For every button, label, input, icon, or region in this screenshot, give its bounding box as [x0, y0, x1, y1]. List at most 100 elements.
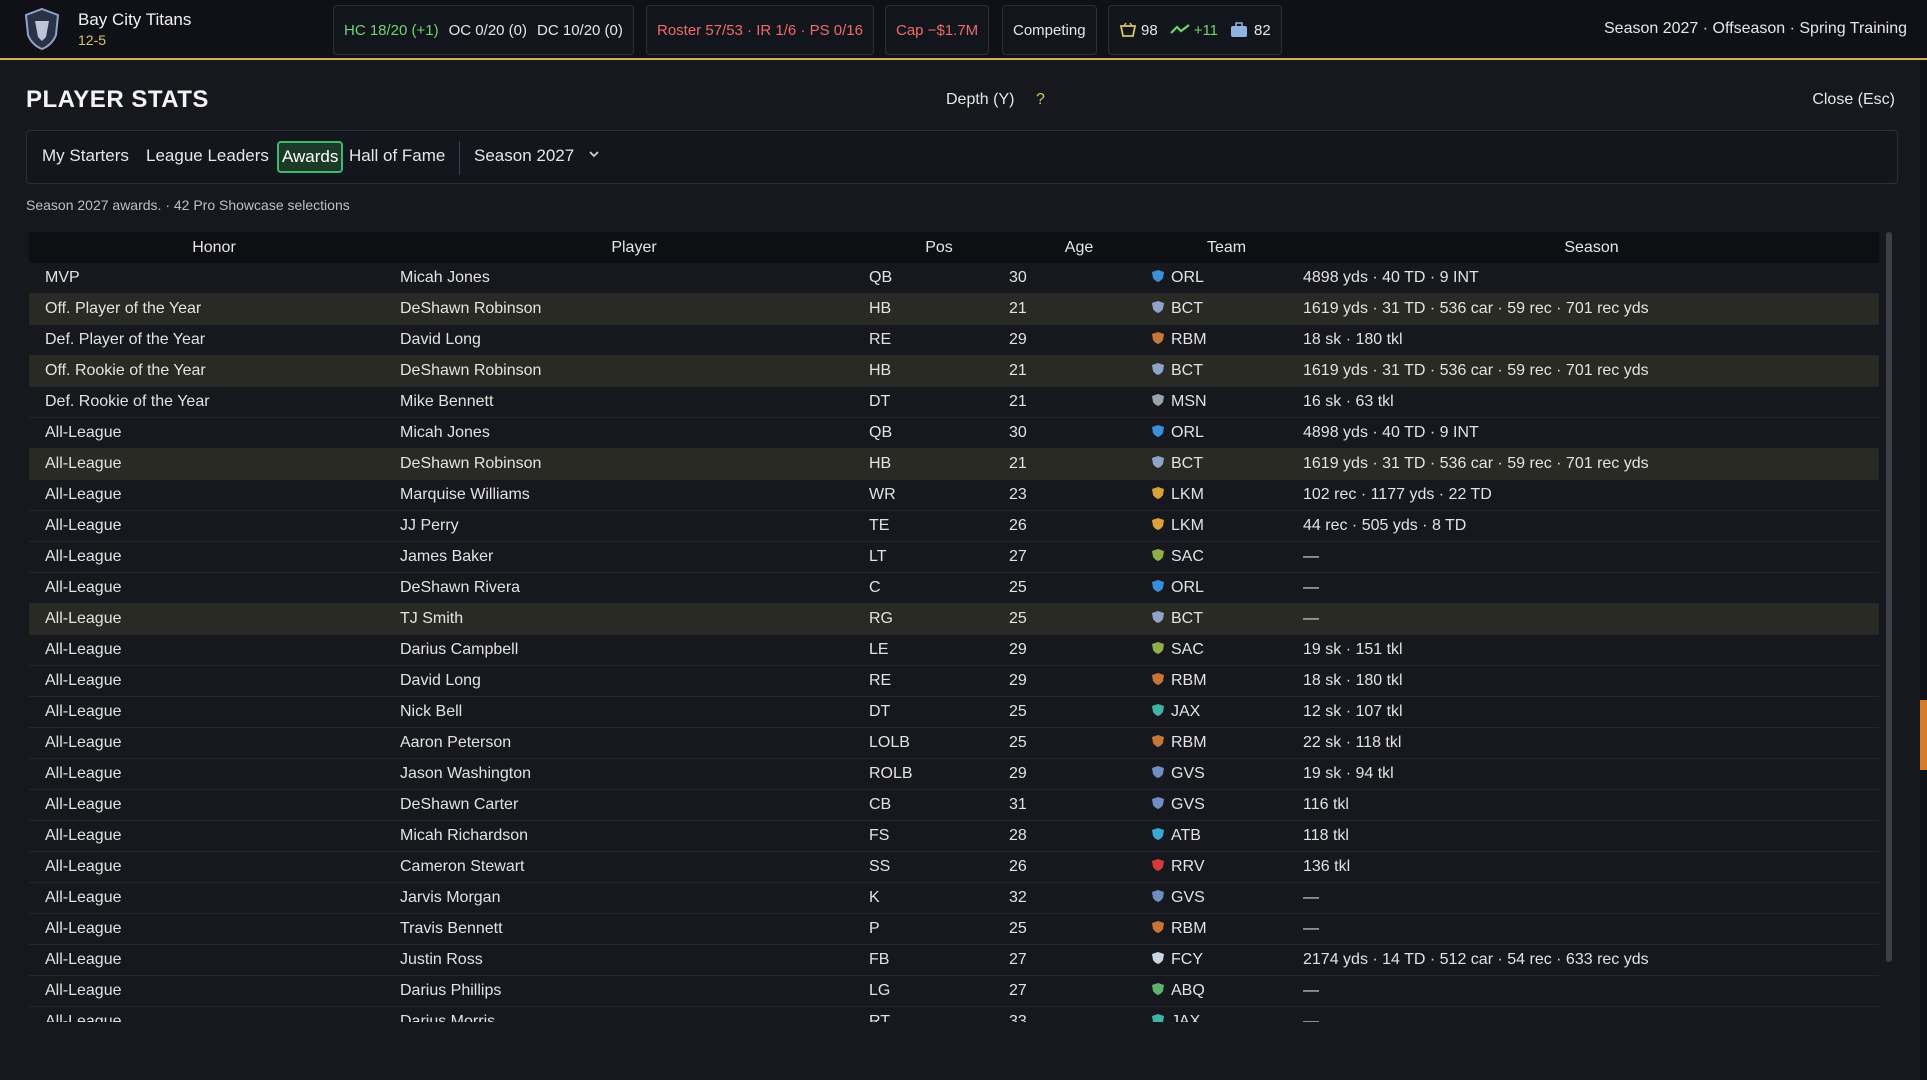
coaches-pill[interactable]: HC 18/20 (+1) OC 0/20 (0) DC 10/20 (0): [333, 5, 634, 55]
team-cell[interactable]: LKM: [1151, 517, 1204, 535]
table-row[interactable]: MVP Micah Jones QB 30 ORL 4898 yds · 40 TD · …: [29, 263, 1879, 294]
table-row[interactable]: All-League Darius Phillips LG 27 ABQ —: [29, 976, 1879, 1007]
table-row[interactable]: Def. Player of the Year David Long RE 29 RBM…: [29, 325, 1879, 356]
table-row[interactable]: All-League David Long RE 29 RBM 18 sk · 180 t…: [29, 666, 1879, 697]
team-cell[interactable]: FCY: [1151, 951, 1203, 969]
player-cell[interactable]: Justin Ross: [400, 951, 483, 969]
table-row[interactable]: All-League Micah Jones QB 30 ORL 4898 yds · 4…: [29, 418, 1879, 449]
table-row[interactable]: Off. Player of the Year DeShawn Robinson H…: [29, 294, 1879, 325]
depth-button[interactable]: Depth (Y): [946, 91, 1014, 109]
header-team[interactable]: Team: [1149, 239, 1304, 257]
team-cell[interactable]: RBM: [1151, 920, 1207, 938]
team-cell[interactable]: BCT: [1151, 362, 1203, 380]
team-cell[interactable]: LKM: [1151, 486, 1204, 504]
team-cell[interactable]: GVS: [1151, 765, 1205, 783]
player-cell[interactable]: Aaron Peterson: [400, 734, 511, 752]
table-row[interactable]: All-League TJ Smith RG 25 BCT —: [29, 604, 1879, 635]
table-row[interactable]: Off. Rookie of the Year DeShawn Robinson H…: [29, 356, 1879, 387]
team-cell[interactable]: SAC: [1151, 641, 1204, 659]
team-cell[interactable]: GVS: [1151, 796, 1205, 814]
player-cell[interactable]: Darius Morris: [400, 1013, 495, 1022]
team-cell[interactable]: ATB: [1151, 827, 1201, 845]
team-cell[interactable]: BCT: [1151, 610, 1203, 628]
team-abbr: ORL: [1171, 424, 1204, 441]
tab-awards[interactable]: Awards: [277, 141, 344, 173]
chevron-down-icon[interactable]: [587, 147, 601, 161]
table-row[interactable]: All-League Darius Morris RT 33 JAX —: [29, 1007, 1879, 1022]
player-cell[interactable]: DeShawn Carter: [400, 796, 518, 814]
table-scrollbar[interactable]: [1886, 232, 1892, 962]
player-cell[interactable]: Marquise Williams: [400, 486, 530, 504]
header-honor[interactable]: Honor: [29, 239, 399, 257]
team-cell[interactable]: JAX: [1151, 1013, 1200, 1022]
team-cell[interactable]: RBM: [1151, 331, 1207, 349]
table-row[interactable]: All-League Jarvis Morgan K 32 GVS —: [29, 883, 1879, 914]
team-cell[interactable]: BCT: [1151, 455, 1203, 473]
table-row[interactable]: All-League DeShawn Rivera C 25 ORL —: [29, 573, 1879, 604]
meters-pill[interactable]: 98 +11 82: [1108, 5, 1282, 55]
table-row[interactable]: All-League Marquise Williams WR 23 LKM 102 re…: [29, 480, 1879, 511]
table-row[interactable]: All-League Nick Bell DT 25 JAX 12 sk · 107 tk…: [29, 697, 1879, 728]
table-row[interactable]: All-League Aaron Peterson LOLB 25 RBM 22 sk ·…: [29, 728, 1879, 759]
player-cell[interactable]: Jason Washington: [400, 765, 531, 783]
team-cell[interactable]: SAC: [1151, 548, 1204, 566]
header-pos[interactable]: Pos: [869, 239, 1009, 257]
table-row[interactable]: All-League Justin Ross FB 27 FCY 2174 yds · 1…: [29, 945, 1879, 976]
player-cell[interactable]: JJ Perry: [400, 517, 459, 535]
player-cell[interactable]: Nick Bell: [400, 703, 462, 721]
help-button[interactable]: ?: [1036, 91, 1045, 109]
team-cell[interactable]: ORL: [1151, 269, 1204, 287]
player-cell[interactable]: TJ Smith: [400, 610, 463, 628]
season-select[interactable]: Season 2027: [474, 146, 574, 166]
team-cell[interactable]: RBM: [1151, 734, 1207, 752]
table-row[interactable]: All-League Micah Richardson FS 28 ATB 118 tkl: [29, 821, 1879, 852]
team-cell[interactable]: MSN: [1151, 393, 1207, 411]
player-cell[interactable]: Mike Bennett: [400, 393, 493, 411]
table-row[interactable]: All-League Jason Washington ROLB 29 GVS 19 sk…: [29, 759, 1879, 790]
player-cell[interactable]: Darius Phillips: [400, 982, 501, 1000]
cap-pill[interactable]: Cap −$1.7M: [885, 5, 990, 55]
table-row[interactable]: All-League Cameron Stewart SS 26 RRV 136 tkl: [29, 852, 1879, 883]
team-cell[interactable]: JAX: [1151, 703, 1200, 721]
team-cell[interactable]: GVS: [1151, 889, 1205, 907]
table-row[interactable]: All-League JJ Perry TE 26 LKM 44 rec · 505 yd…: [29, 511, 1879, 542]
header-age[interactable]: Age: [1009, 239, 1149, 257]
team-shield-logo[interactable]: [22, 7, 62, 51]
tab-league-leaders[interactable]: League Leaders: [146, 146, 269, 166]
season-stats-cell: 2174 yds · 14 TD · 512 car · 54 rec · 63…: [1303, 951, 1649, 968]
table-row[interactable]: Def. Rookie of the Year Mike Bennett DT 21 M…: [29, 387, 1879, 418]
table-row[interactable]: All-League Travis Bennett P 25 RBM —: [29, 914, 1879, 945]
player-cell[interactable]: Micah Richardson: [400, 827, 528, 845]
team-cell[interactable]: RBM: [1151, 672, 1207, 690]
header-season[interactable]: Season: [1304, 239, 1879, 257]
player-cell[interactable]: Micah Jones: [400, 269, 490, 287]
table-row[interactable]: All-League James Baker LT 27 SAC —: [29, 542, 1879, 573]
roster-pill[interactable]: Roster 57/53 · IR 1/6 · PS 0/16: [646, 5, 874, 55]
table-row[interactable]: All-League Darius Campbell LE 29 SAC 19 sk · …: [29, 635, 1879, 666]
player-cell[interactable]: DeShawn Robinson: [400, 362, 541, 380]
team-status-pill[interactable]: Competing: [1002, 5, 1097, 55]
team-cell[interactable]: ORL: [1151, 579, 1204, 597]
header-player[interactable]: Player: [399, 239, 869, 257]
player-cell[interactable]: Travis Bennett: [400, 920, 503, 938]
table-row[interactable]: All-League DeShawn Robinson HB 21 BCT 1619 yd…: [29, 449, 1879, 480]
honor-cell: All-League: [45, 672, 122, 689]
team-cell[interactable]: ORL: [1151, 424, 1204, 442]
table-row[interactable]: All-League DeShawn Carter CB 31 GVS 116 tkl: [29, 790, 1879, 821]
player-cell[interactable]: Micah Jones: [400, 424, 490, 442]
team-cell[interactable]: RRV: [1151, 858, 1205, 876]
player-cell[interactable]: Cameron Stewart: [400, 858, 525, 876]
player-cell[interactable]: David Long: [400, 672, 481, 690]
close-button[interactable]: Close (Esc): [1812, 91, 1895, 109]
player-cell[interactable]: David Long: [400, 331, 481, 349]
player-cell[interactable]: Jarvis Morgan: [400, 889, 500, 907]
team-cell[interactable]: ABQ: [1151, 982, 1205, 1000]
player-cell[interactable]: DeShawn Robinson: [400, 300, 541, 318]
tab-my-starters[interactable]: My Starters: [42, 146, 129, 166]
player-cell[interactable]: Darius Campbell: [400, 641, 518, 659]
team-cell[interactable]: BCT: [1151, 300, 1203, 318]
player-cell[interactable]: DeShawn Robinson: [400, 455, 541, 473]
tab-hall-of-fame[interactable]: Hall of Fame: [349, 146, 445, 166]
player-cell[interactable]: DeShawn Rivera: [400, 579, 520, 597]
player-cell[interactable]: James Baker: [400, 548, 493, 566]
